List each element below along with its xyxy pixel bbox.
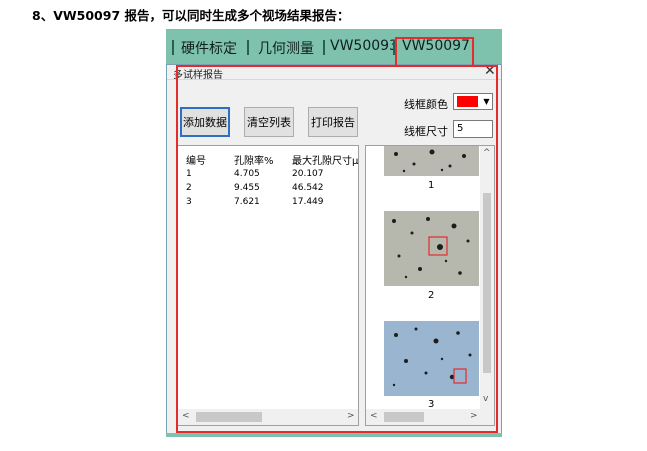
tab-vw50093[interactable]: VW50093 (330, 38, 398, 54)
tab-separator (172, 40, 174, 55)
dialog-highlight-annotation (176, 65, 498, 433)
tab-separator (247, 40, 249, 55)
tab-hardware-calibration[interactable]: 硬件标定 (181, 38, 237, 58)
tab-highlight-annotation (395, 37, 474, 67)
tab-separator (323, 40, 325, 55)
bottom-strip (166, 433, 502, 437)
tab-geometry-measurement[interactable]: 几何测量 (258, 38, 314, 58)
page-heading: 8、VW50097 报告，可以同时生成多个视场结果报告： (32, 8, 350, 23)
